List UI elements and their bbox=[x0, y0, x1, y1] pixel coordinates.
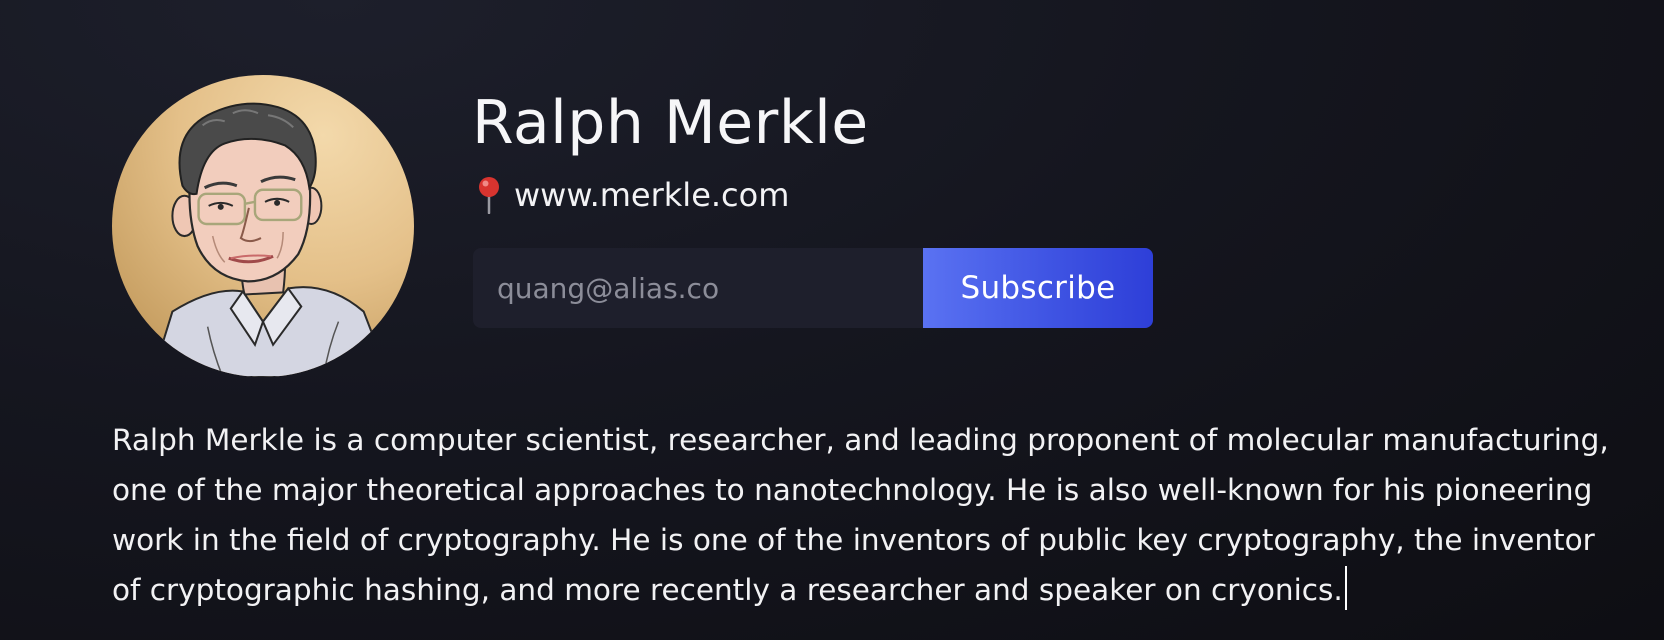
profile-card: Ralph Merkle www.merkle.com Subscribe Ra… bbox=[0, 0, 1664, 640]
map-pin-icon bbox=[476, 176, 502, 215]
text-caret bbox=[1344, 566, 1347, 610]
website-row: www.merkle.com bbox=[476, 174, 789, 216]
website-link[interactable]: www.merkle.com bbox=[514, 176, 789, 214]
bio-paragraph[interactable]: Ralph Merkle is a computer scientist, re… bbox=[112, 415, 1632, 615]
subscribe-button[interactable]: Subscribe bbox=[923, 248, 1153, 328]
bio-text: Ralph Merkle is a computer scientist, re… bbox=[112, 423, 1609, 607]
profile-name: Ralph Merkle bbox=[472, 88, 869, 158]
email-input[interactable] bbox=[473, 248, 923, 328]
subscribe-form: Subscribe bbox=[473, 248, 1153, 328]
avatar bbox=[112, 75, 414, 377]
portrait-illustration bbox=[151, 102, 390, 377]
